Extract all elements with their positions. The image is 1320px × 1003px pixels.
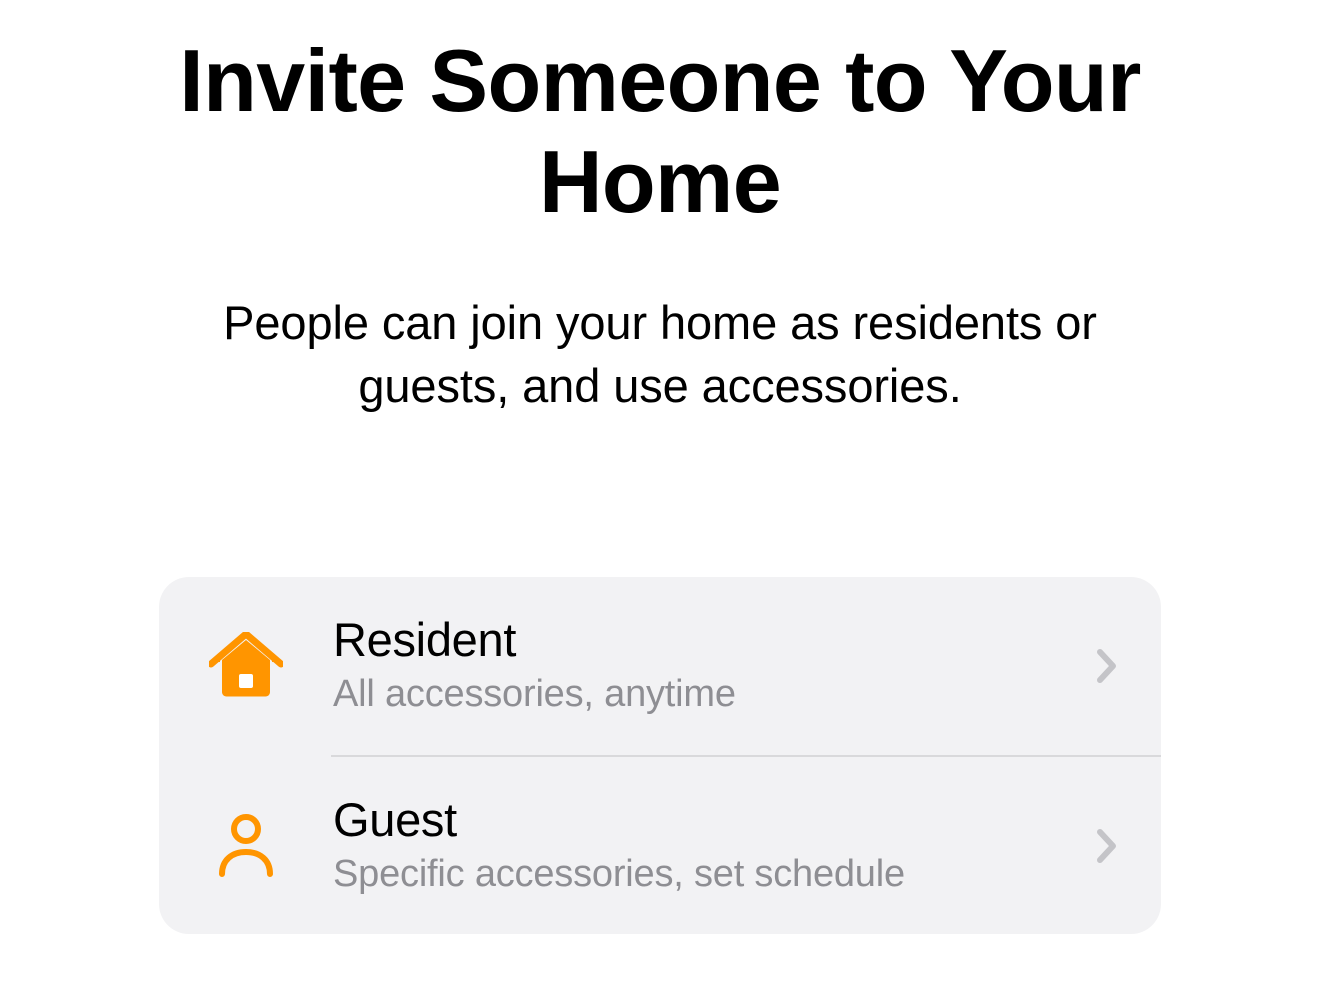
option-guest-desc: Specific accessories, set schedule (333, 851, 1077, 899)
page-subtitle: People can join your home as residents o… (180, 292, 1140, 417)
chevron-right-icon (1089, 648, 1125, 684)
person-icon (207, 811, 285, 881)
option-guest-title: Guest (333, 793, 1077, 847)
house-icon (207, 631, 285, 701)
options-card: Resident All accessories, anytime Guest … (159, 577, 1161, 934)
option-guest-text: Guest Specific accessories, set schedule (333, 793, 1077, 899)
invite-container: Invite Someone to Your Home People can j… (0, 0, 1320, 934)
option-resident-text: Resident All accessories, anytime (333, 613, 1077, 719)
option-resident-title: Resident (333, 613, 1077, 667)
option-resident[interactable]: Resident All accessories, anytime (159, 577, 1161, 755)
page-title: Invite Someone to Your Home (60, 30, 1260, 232)
option-resident-desc: All accessories, anytime (333, 671, 1077, 719)
header: Invite Someone to Your Home People can j… (0, 30, 1320, 417)
option-guest[interactable]: Guest Specific accessories, set schedule (159, 757, 1161, 935)
chevron-right-icon (1089, 828, 1125, 864)
